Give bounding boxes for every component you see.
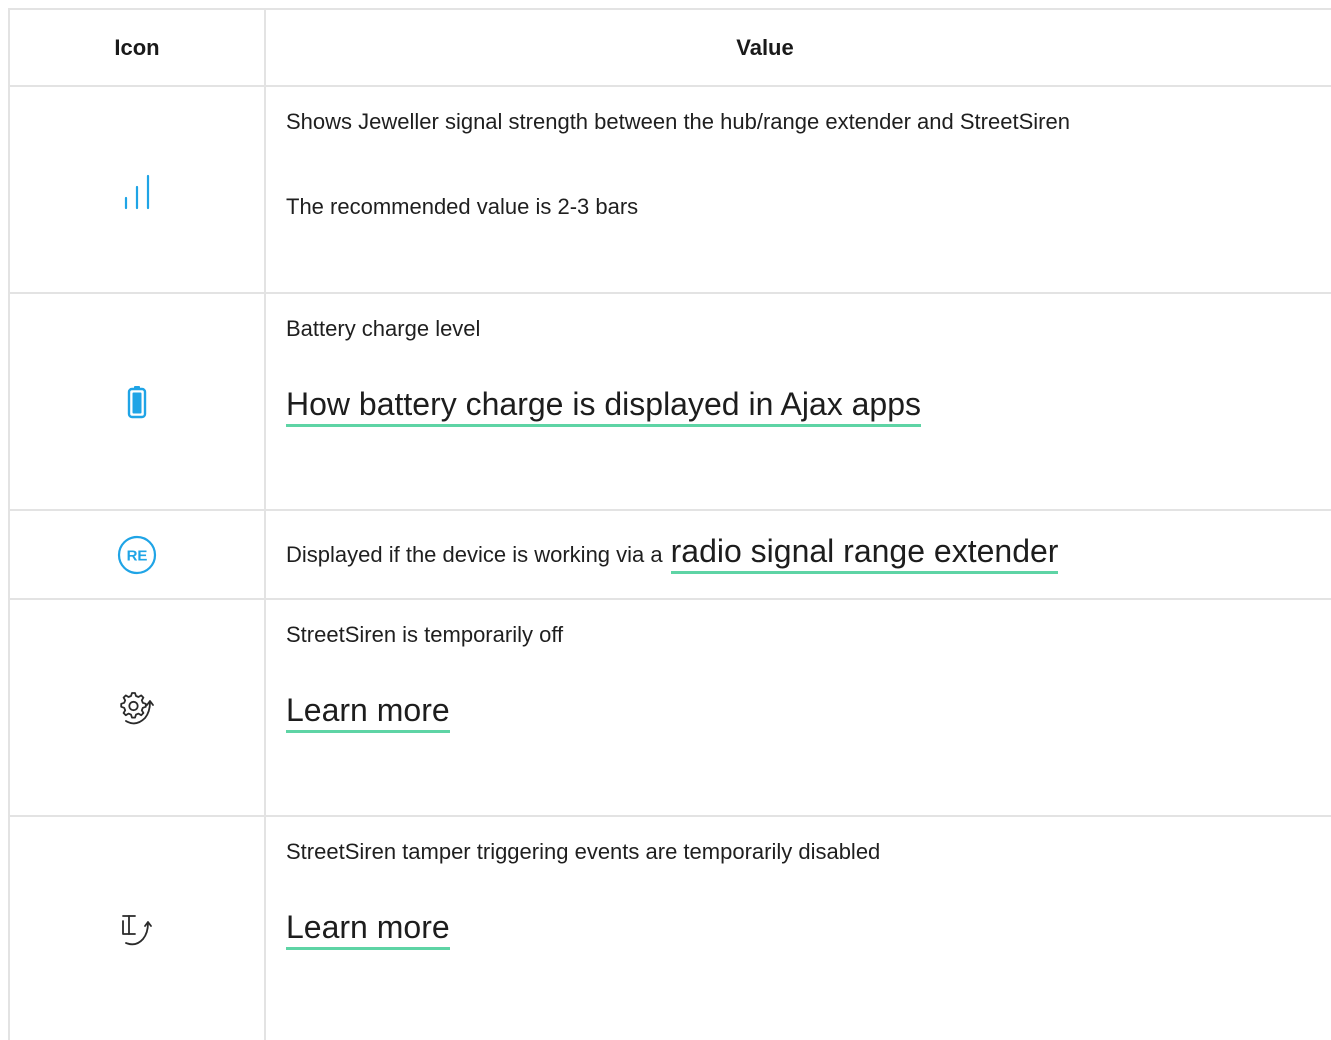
icon-cell	[10, 87, 266, 292]
temporarily-off-gear-icon	[117, 688, 157, 728]
status-icons-table: Icon Value Shows Jeweller signal strengt…	[8, 8, 1331, 1040]
icon-cell: RE	[10, 511, 266, 598]
range-extender-description: Displayed if the device is working via a…	[286, 533, 1059, 574]
header-value-cell: Value	[736, 34, 794, 60]
value-cell: StreetSiren tamper triggering events are…	[266, 817, 1331, 1040]
temporarily-off-description: StreetSiren is temporarily off	[286, 622, 564, 647]
header-icon-cell: Icon	[10, 10, 266, 85]
value-cell: StreetSiren is temporarily off Learn mor…	[266, 600, 1331, 815]
value-cell: Battery charge level How battery charge …	[266, 294, 1331, 509]
range-extender-icon-label: RE	[127, 547, 148, 564]
table-header-row: Icon Value	[10, 10, 1331, 87]
battery-description: Battery charge level	[286, 316, 481, 341]
battery-icon	[127, 385, 147, 419]
range-extender-link[interactable]: radio signal range extender	[670, 533, 1059, 574]
table-row: RE Displayed if the device is working vi…	[10, 511, 1331, 600]
battery-charge-link[interactable]: How battery charge is displayed in Ajax …	[286, 386, 922, 427]
value-cell: Shows Jeweller signal strength between t…	[266, 87, 1331, 292]
icon-cell	[10, 817, 266, 1040]
signal-recommendation: The recommended value is 2-3 bars	[286, 194, 639, 219]
table-row: StreetSiren is temporarily off Learn mor…	[10, 600, 1331, 817]
tamper-disabled-icon	[117, 909, 157, 949]
range-extender-icon: RE	[116, 534, 158, 576]
learn-more-link[interactable]: Learn more	[286, 909, 450, 950]
value-cell: Displayed if the device is working via a…	[266, 511, 1331, 598]
icon-cell	[10, 600, 266, 815]
signal-description: Shows Jeweller signal strength between t…	[286, 109, 1070, 134]
signal-strength-icon	[120, 170, 154, 210]
table-row: Battery charge level How battery charge …	[10, 294, 1331, 511]
learn-more-link[interactable]: Learn more	[286, 692, 450, 733]
table-row: StreetSiren tamper triggering events are…	[10, 817, 1331, 1040]
tamper-disabled-description: StreetSiren tamper triggering events are…	[286, 839, 881, 864]
icon-cell	[10, 294, 266, 509]
range-extender-text: Displayed if the device is working via a	[286, 542, 663, 567]
table-row: Shows Jeweller signal strength between t…	[10, 87, 1331, 294]
